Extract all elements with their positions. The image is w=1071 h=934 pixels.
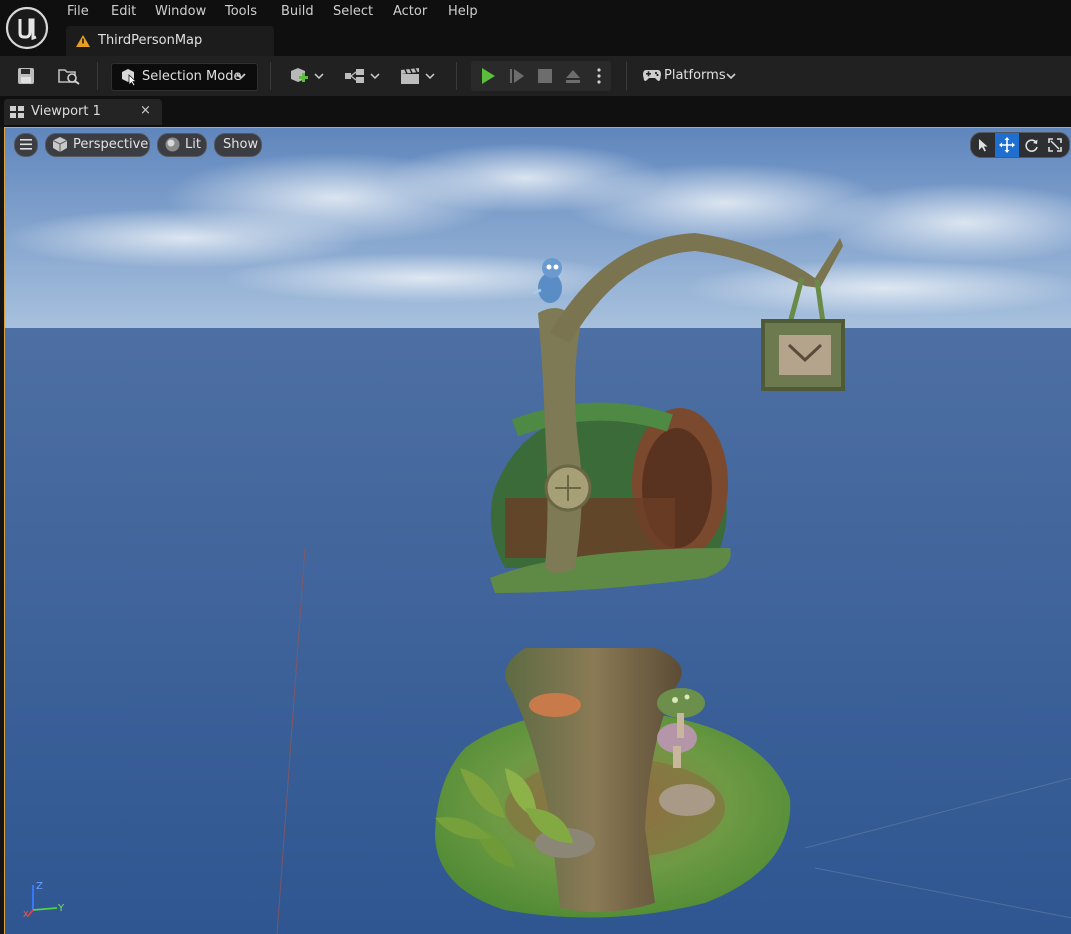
rotate-icon <box>1024 138 1038 152</box>
scale-tool-button[interactable] <box>1043 133 1067 157</box>
step-forward-icon <box>510 69 524 83</box>
toolbar-divider <box>456 62 457 90</box>
level-warning-icon <box>76 35 90 47</box>
more-vertical-icon <box>597 68 601 84</box>
menu-actor[interactable]: Actor <box>393 0 427 19</box>
view-mode-button[interactable]: Lit <box>157 133 207 157</box>
axis-x-label: X <box>23 910 29 919</box>
content-browser-button[interactable] <box>56 64 82 88</box>
close-icon[interactable]: × <box>140 103 151 118</box>
select-tool-button[interactable] <box>971 133 995 157</box>
perspective-label: Perspective <box>73 137 149 152</box>
save-button[interactable] <box>14 64 38 88</box>
blueprints-button[interactable] <box>343 64 381 88</box>
unreal-logo-icon[interactable] <box>5 6 49 50</box>
selection-mode-dropdown[interactable]: Selection Mode <box>111 63 258 91</box>
menu-window[interactable]: Window <box>155 0 206 19</box>
menu-help[interactable]: Help <box>448 0 478 19</box>
toolbar-divider <box>97 62 98 90</box>
eject-button[interactable] <box>562 64 584 88</box>
title-bar: File Edit Window Tools Build Select Acto… <box>0 0 1071 56</box>
viewport-tab-bar: Viewport 1 × <box>0 96 1071 127</box>
play-controls <box>471 61 611 91</box>
lit-label: Lit <box>185 137 201 152</box>
platforms-label: Platforms <box>664 68 726 83</box>
menu-build[interactable]: Build <box>281 0 314 19</box>
level-viewport[interactable]: Perspective Lit Show Z Y X <box>4 127 1071 934</box>
chevron-down-icon <box>726 73 736 80</box>
play-options-button[interactable] <box>592 64 606 88</box>
show-flags-button[interactable]: Show <box>214 133 262 157</box>
translate-tool-button[interactable] <box>995 133 1019 157</box>
menu-file[interactable]: File <box>67 0 89 19</box>
level-tab[interactable]: ThirdPersonMap <box>66 26 274 56</box>
cursor-icon <box>979 139 988 152</box>
add-cube-icon <box>291 68 324 82</box>
menu-select[interactable]: Select <box>333 0 373 19</box>
viewport-tab-label: Viewport 1 <box>31 104 101 119</box>
axis-z-label: Z <box>36 881 43 892</box>
level-tab-label: ThirdPersonMap <box>98 33 203 48</box>
rotate-tool-button[interactable] <box>1019 133 1043 157</box>
axis-indicator-icon: Z Y X <box>23 881 65 919</box>
folder-search-icon <box>58 69 80 85</box>
scale-icon <box>1048 138 1062 152</box>
move-arrows-icon <box>999 137 1015 153</box>
viewport-options-button[interactable] <box>14 133 38 157</box>
menu-edit[interactable]: Edit <box>111 0 136 19</box>
perspective-button[interactable]: Perspective <box>45 133 150 157</box>
toolbar-divider <box>626 62 627 90</box>
transform-tools <box>970 132 1070 158</box>
blueprint-nodes-icon <box>345 69 380 83</box>
selection-mode-label: Selection Mode <box>142 69 242 84</box>
axis-y-label: Y <box>57 903 65 914</box>
cube-icon <box>53 137 67 152</box>
viewport-tab[interactable]: Viewport 1 × <box>4 99 162 125</box>
add-actor-button[interactable] <box>287 64 325 88</box>
select-cursor-icon <box>122 69 138 86</box>
viewport-scene <box>5 128 1071 934</box>
stop-icon <box>538 69 552 83</box>
play-button[interactable] <box>477 64 499 88</box>
save-icon <box>18 68 34 84</box>
play-icon <box>482 68 495 84</box>
eject-icon <box>566 70 580 83</box>
advance-frame-button[interactable] <box>506 64 528 88</box>
viewport-grid-icon <box>10 106 24 118</box>
menu-tools[interactable]: Tools <box>225 0 257 19</box>
hamburger-menu-icon <box>20 139 32 150</box>
platforms-dropdown[interactable]: Platforms <box>640 64 740 88</box>
clapperboard-icon <box>401 68 435 84</box>
lit-sphere-icon <box>165 137 180 152</box>
chevron-down-icon <box>236 73 246 80</box>
cinematics-button[interactable] <box>398 64 436 88</box>
stop-button[interactable] <box>534 64 556 88</box>
show-label: Show <box>223 137 259 152</box>
toolbar-divider <box>270 62 271 90</box>
main-toolbar: Selection Mode Platforms <box>0 56 1071 96</box>
gamepad-icon <box>643 70 661 81</box>
